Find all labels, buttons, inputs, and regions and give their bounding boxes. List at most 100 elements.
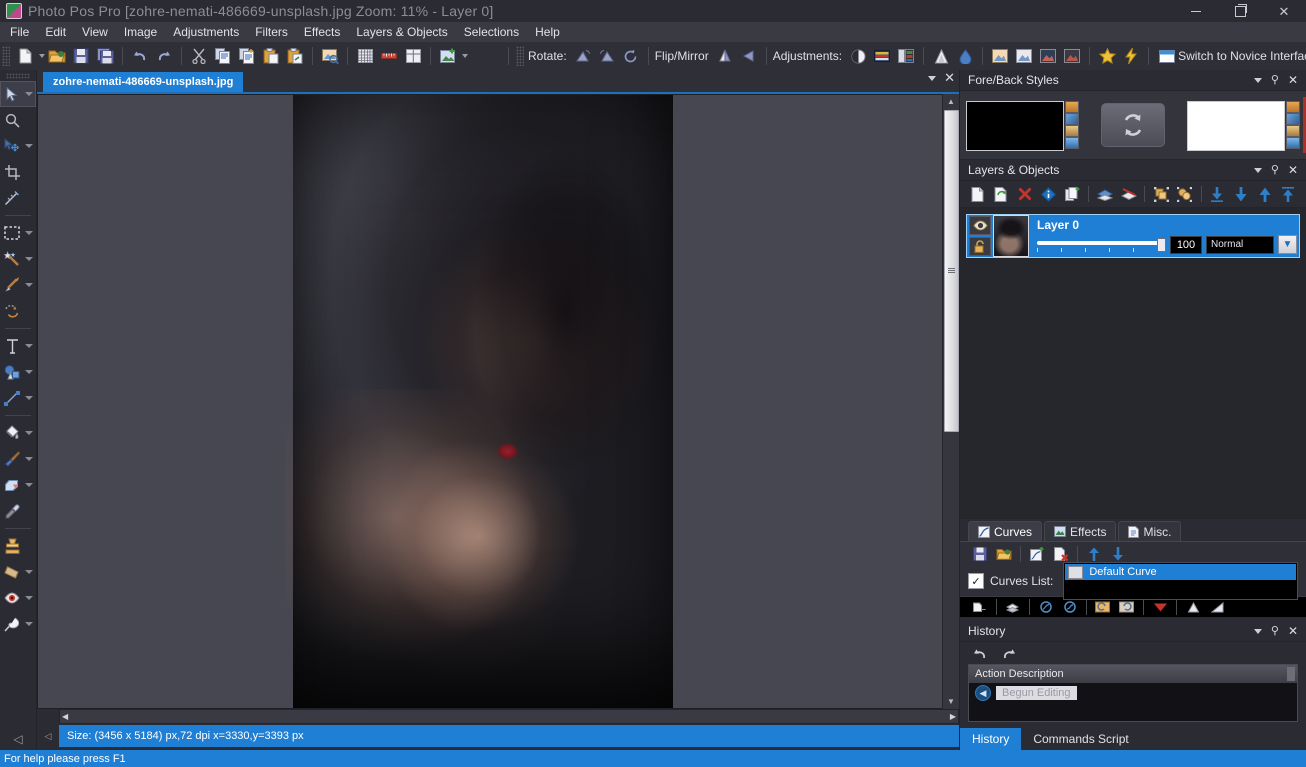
send-to-back-icon[interactable] (1206, 183, 1230, 205)
tool-shape-tool[interactable] (0, 359, 36, 385)
tool-patch-tool[interactable] (0, 559, 36, 585)
background-color-swatch[interactable] (1187, 101, 1285, 151)
tab-curves[interactable]: Curves (968, 521, 1043, 541)
tool-line-caret-icon[interactable] (25, 396, 33, 400)
layers-close-icon[interactable]: ✕ (1288, 164, 1298, 176)
tool-patch-caret-icon[interactable] (25, 570, 33, 574)
tool-smudge-caret-icon[interactable] (25, 622, 33, 626)
paste-into-icon[interactable] (283, 44, 307, 68)
swap-colors-button[interactable] (1101, 103, 1165, 147)
close-button[interactable]: ✕ (1262, 0, 1306, 22)
tool-paint-bucket-caret-icon[interactable] (25, 431, 33, 435)
history-undo-icon[interactable] (968, 642, 992, 664)
background-swatch-group[interactable] (1187, 101, 1300, 151)
delete-layer-icon[interactable] (1013, 183, 1037, 205)
tool-lasso-tool[interactable] (0, 272, 36, 298)
layers-pin-icon[interactable]: ⚲ (1271, 164, 1279, 176)
background-style-buttons[interactable] (1286, 101, 1300, 149)
tool-brush-caret-icon[interactable] (25, 457, 33, 461)
menu-effects[interactable]: Effects (296, 22, 348, 42)
undo-icon[interactable] (128, 44, 152, 68)
tab-misc[interactable]: Misc. (1118, 521, 1182, 541)
copy-merged-icon[interactable] (235, 44, 259, 68)
layers-menu-icon[interactable] (1253, 167, 1262, 173)
history-menu-icon[interactable] (1253, 628, 1262, 634)
foreground-swatch-group[interactable] (966, 101, 1079, 151)
layers-list[interactable]: Layer 0 100 Normal ▼ (960, 208, 1306, 518)
curve-histogram-icon[interactable] (1181, 596, 1205, 618)
rotate-right-icon[interactable] (595, 44, 619, 68)
tool-palette-grip[interactable] (6, 73, 30, 79)
tool-text-tool[interactable] (0, 333, 36, 359)
tab-effects[interactable]: Effects (1044, 521, 1117, 541)
background-texture-style-icon[interactable] (1286, 125, 1300, 137)
tool-transform-tool[interactable] (0, 298, 36, 324)
brightness-contrast-icon[interactable] (846, 44, 870, 68)
new-layer-from-selection-icon[interactable] (1061, 183, 1085, 205)
tool-paint-bucket-tool[interactable] (0, 420, 36, 446)
ungroup-objects-icon[interactable] (1173, 183, 1197, 205)
auto-color-icon[interactable] (1036, 44, 1060, 68)
menu-adjustments[interactable]: Adjustments (165, 22, 247, 42)
tool-lasso-caret-icon[interactable] (25, 283, 33, 287)
tool-move-caret-icon[interactable] (25, 92, 33, 96)
background-dropdown-icon[interactable] (1286, 137, 1300, 149)
menu-help[interactable]: Help (527, 22, 568, 42)
maximize-button[interactable] (1218, 0, 1262, 22)
history-list[interactable]: Action Description ◀ Begun Editing (968, 664, 1298, 722)
tool-smudge-tool[interactable] (0, 611, 36, 637)
tool-clone-stamp-tool[interactable] (0, 533, 36, 559)
tool-shape-caret-icon[interactable] (25, 370, 33, 374)
tab-commands-script[interactable]: Commands Script (1021, 728, 1140, 750)
tool-rect-select-caret-icon[interactable] (25, 231, 33, 235)
fore-back-menu-icon[interactable] (1253, 77, 1262, 83)
auto-levels-icon[interactable] (988, 44, 1012, 68)
tool-red-eye-caret-icon[interactable] (25, 596, 33, 600)
grid-icon[interactable] (353, 44, 377, 68)
bring-to-front-icon[interactable] (1276, 183, 1300, 205)
curve-ramp-icon[interactable] (1205, 596, 1229, 618)
curve-channel-icon[interactable] (968, 596, 992, 618)
canvas-panel-collapse-icon[interactable]: ◁ (37, 725, 59, 747)
tool-text-caret-icon[interactable] (25, 344, 33, 348)
auto-contrast-icon[interactable] (1012, 44, 1036, 68)
curves-list-box[interactable]: Default Curve (1063, 562, 1298, 600)
open-file-icon[interactable] (45, 44, 69, 68)
layer-blend-mode-dropdown-icon[interactable]: ▼ (1278, 235, 1297, 254)
fore-back-pin-icon[interactable]: ⚲ (1271, 74, 1279, 86)
tool-brush-tool[interactable] (0, 446, 36, 472)
foreground-dropdown-icon[interactable] (1065, 137, 1079, 149)
document-list-dropdown-icon[interactable] (928, 75, 937, 81)
tool-magic-wand-caret-icon[interactable] (25, 257, 33, 261)
tool-rect-select-tool[interactable] (0, 220, 36, 246)
history-redo-icon[interactable] (996, 642, 1020, 664)
copy-icon[interactable] (211, 44, 235, 68)
tool-move-select-tool[interactable] (0, 81, 36, 107)
document-close-icon[interactable]: ✕ (944, 71, 955, 84)
save-all-icon[interactable] (93, 44, 117, 68)
scroll-right-arrow-icon[interactable]: ▶ (950, 712, 956, 721)
vertical-scroll-thumb[interactable] (943, 110, 959, 432)
rotate-left-icon[interactable] (571, 44, 595, 68)
curve-invert-icon[interactable] (1148, 596, 1172, 618)
tool-eraser-caret-icon[interactable] (25, 483, 33, 487)
rotate-free-icon[interactable] (619, 44, 643, 68)
layer-opacity-slider[interactable] (1037, 237, 1166, 252)
layer-visibility-eye-icon[interactable] (969, 216, 991, 235)
group-objects-icon[interactable] (1149, 183, 1173, 205)
new-layer-icon[interactable] (966, 183, 990, 205)
bring-forward-icon[interactable] (1253, 183, 1277, 205)
open-curve-icon[interactable] (992, 543, 1016, 565)
minimize-button[interactable] (1174, 0, 1218, 22)
tool-magic-wand-tool[interactable] (0, 246, 36, 272)
add-image-icon[interactable] (436, 44, 460, 68)
foreground-texture-style-icon[interactable] (1065, 125, 1079, 137)
merge-down-icon[interactable] (1093, 183, 1117, 205)
save-curve-icon[interactable] (968, 543, 992, 565)
scroll-left-arrow-icon[interactable]: ◀ (62, 712, 68, 721)
tool-eraser-tool[interactable] (0, 472, 36, 498)
save-file-icon[interactable] (69, 44, 93, 68)
favorites-star-icon[interactable] (1095, 44, 1119, 68)
flip-horizontal-icon[interactable] (737, 44, 761, 68)
image-canvas[interactable] (37, 94, 942, 709)
